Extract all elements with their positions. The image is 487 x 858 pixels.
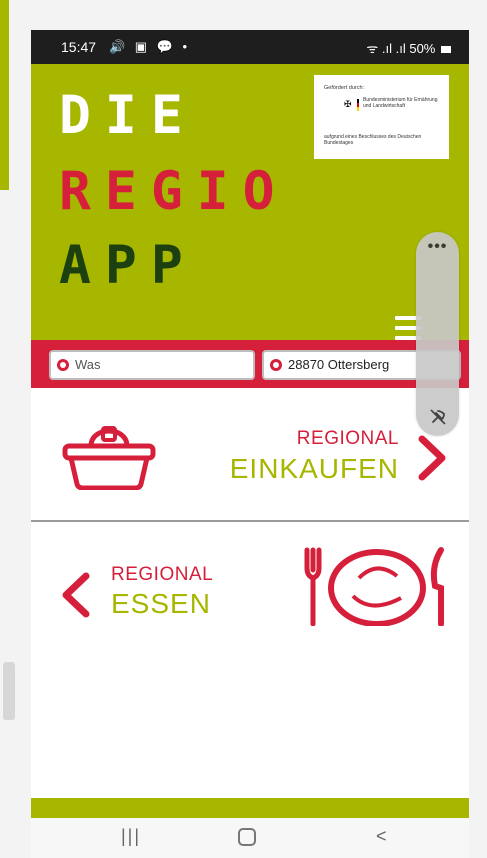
search-where-value: 28870 Ottersberg [288, 357, 390, 372]
recent-apps-button[interactable]: ||| [121, 826, 141, 847]
logo-line-app: APP [59, 235, 197, 296]
status-time: 15:47 [61, 39, 97, 55]
app-header: DIE REGIO APP Gefördert durch: ✠ Bundesm… [31, 64, 469, 340]
search-what-input[interactable]: Was [49, 350, 255, 380]
signal-icon: ᯤ .ıl .ıl [366, 41, 406, 56]
side-tab [3, 662, 15, 720]
search-what-value: Was [75, 357, 101, 372]
back-button[interactable]: < [376, 826, 387, 847]
plate-cutlery-icon [304, 547, 444, 626]
android-nav-bar: ||| < [31, 818, 469, 858]
tile-essen-big-label: ESSEN [111, 588, 211, 619]
more-options-icon[interactable]: ••• [416, 238, 459, 256]
german-flag-icon [357, 99, 359, 111]
floating-window-handle[interactable]: ••• [416, 232, 459, 436]
ministry-name: Bundesministerium für Ernährung und Land… [363, 97, 438, 109]
home-button[interactable] [238, 828, 256, 846]
funding-logo: Gefördert durch: ✠ Bundesministerium für… [314, 75, 449, 159]
chevron-left-icon [62, 572, 90, 618]
notification-icons: 🔊 ▣ 💬 • [109, 39, 191, 54]
location-pin-icon [57, 359, 69, 371]
chevron-right-icon [418, 435, 446, 481]
battery-percent: 50% [409, 41, 436, 56]
tile-essen-small-label: REGIONAL [111, 564, 214, 585]
funding-top-text: Gefördert durch: [324, 85, 365, 91]
status-right: ᯤ .ıl .ıl 50% [366, 39, 451, 57]
funding-bottom-text: aufgrund eines Beschlusses des Deutschen… [324, 134, 422, 146]
unpin-icon[interactable] [429, 408, 447, 426]
tile-regional-einkaufen[interactable]: REGIONAL EINKAUFEN [31, 388, 469, 520]
status-bar: 15:47 🔊 ▣ 💬 • ᯤ .ıl .ıl 50% [31, 30, 469, 64]
tile-regional-essen[interactable]: REGIONAL ESSEN [31, 522, 469, 798]
phone-screen: 15:47 🔊 ▣ 💬 • ᯤ .ıl .ıl 50% DIE REGIO AP… [31, 30, 469, 830]
location-pin-icon [270, 359, 282, 371]
basket-icon [62, 426, 156, 490]
accent-bar [0, 0, 9, 190]
search-band: Was 28870 Ottersberg [31, 340, 469, 388]
federal-eagle-icon: ✠ [344, 99, 352, 109]
tile-einkaufen-small-label: REGIONAL [296, 428, 399, 449]
battery-icon [441, 46, 451, 54]
logo-line-regio: REGIO [59, 161, 289, 222]
tile-einkaufen-big-label: EINKAUFEN [229, 453, 399, 484]
logo-line-die: DIE [59, 85, 197, 146]
